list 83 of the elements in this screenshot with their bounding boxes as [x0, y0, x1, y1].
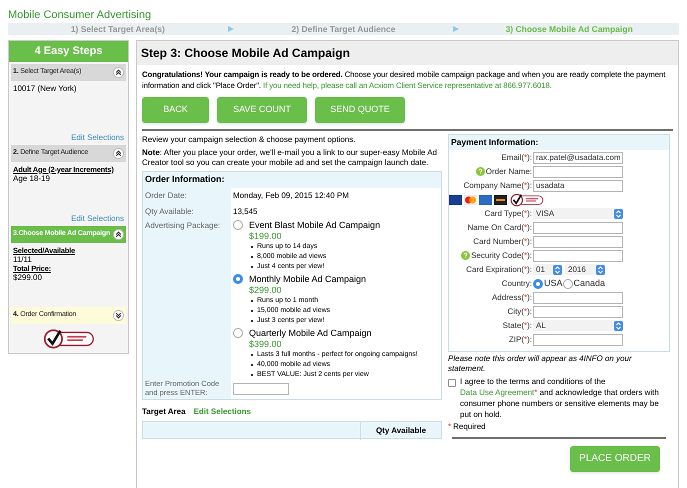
collapse-icon[interactable] [113, 228, 124, 240]
field-label: Name On Card(*): [468, 222, 532, 234]
agreement-checkbox[interactable] [448, 378, 456, 387]
panel-title: Payment Information: [449, 135, 669, 150]
collapse-icon[interactable] [113, 148, 124, 158]
dropdown-arrow-icon [614, 208, 623, 219]
field-label: Card Number(*): [473, 236, 532, 248]
column-header: Qty Available [374, 424, 428, 437]
text-field[interactable] [533, 306, 623, 318]
security-seal-icon [510, 192, 544, 207]
panel-title: 4 Easy Steps [9, 41, 128, 62]
text-field[interactable]: usadata [533, 180, 623, 192]
summary-value: Age 18-19 [13, 174, 51, 182]
field-label: Company Name(*): [464, 180, 532, 192]
arrow-icon [228, 26, 234, 32]
help-icon[interactable] [461, 251, 470, 260]
text-field[interactable] [533, 250, 623, 262]
collapse-icon[interactable] [113, 66, 124, 78]
radio-button[interactable] [233, 220, 243, 230]
progress-step: 1) Select Target Area(s) [8, 22, 228, 36]
row-value: Monday, Feb 09, 2015 12:40 PM [232, 190, 350, 202]
text-field[interactable] [533, 292, 623, 304]
help-icon[interactable] [476, 167, 485, 176]
field-label: Email(*): [501, 152, 532, 164]
step-title: Step 3: Choose Mobile Ad Campaign [137, 41, 678, 65]
dropdown[interactable]: AL [533, 320, 623, 332]
field-label: Security Code(*): [471, 250, 532, 262]
package-name: Quarterly Mobile Ad Campaign [249, 328, 372, 338]
radio-button[interactable] [533, 278, 543, 289]
radio-button[interactable] [233, 328, 243, 338]
section-title: Target Area [142, 406, 186, 418]
package-price: $299.00 [248, 284, 283, 296]
field-label: Address(*): [492, 292, 532, 304]
field-label: Country: [502, 278, 532, 290]
dropdown[interactable]: 01 [533, 264, 562, 276]
radio-button[interactable] [562, 278, 573, 289]
dropdown-arrow-icon [614, 320, 623, 331]
field-label: Order Name: [486, 166, 532, 178]
row-label: Advertising Package: [145, 220, 222, 232]
arrow-icon [453, 26, 460, 32]
review-text: Review your campaign selection & choose payment options. [142, 134, 356, 145]
dropdown-arrow-icon [596, 264, 605, 275]
text-field[interactable] [533, 236, 623, 248]
agreement-text: I agree to the terms and conditions of the Data Use Agreement* and acknowledge that orders with consumer phone numbers or sensitive elements may be put on hold. [460, 376, 660, 420]
text-field[interactable]: rax.patel@usadata.com [533, 152, 623, 164]
progress-step: 2) Define Target Audience [234, 22, 454, 36]
panel-title: Order Information: [143, 172, 441, 188]
text-field[interactable] [533, 166, 623, 178]
radio-label[interactable]: USA [544, 277, 563, 290]
required-mark: * [448, 420, 452, 433]
package-name: Event Blast Mobile Ad Campaign [249, 220, 380, 230]
radio-button[interactable] [233, 274, 243, 284]
card-logos-icon [449, 194, 507, 205]
expand-icon[interactable] [113, 310, 124, 320]
row-label: Qty Available: [143, 204, 231, 220]
summary-value: $299.00 [13, 272, 43, 282]
package-price: $199.00 [248, 230, 283, 242]
summary-value: 11/11 [13, 254, 33, 264]
dropdown[interactable]: VISA [533, 208, 623, 220]
field-label: ZIP(*): [508, 334, 532, 346]
row-label: Order Date: [143, 188, 231, 204]
required-note: Required [453, 420, 486, 433]
text-field[interactable] [533, 222, 623, 234]
row-value: 13,545 [232, 206, 258, 218]
package-name: Monthly Mobile Ad Campaign [249, 274, 366, 284]
field-label: Card Expiration(*): [466, 264, 532, 276]
app-title: Mobile Consumer Advertising [8, 8, 152, 22]
package-price: $399.00 [248, 338, 283, 350]
dropdown-arrow-icon [553, 264, 562, 275]
promo-code-field[interactable] [233, 382, 289, 394]
note-text: Note: After you place your order, we'll e-mail you a link to our super-easy Mobile Ad Creator tool so you can create your mobile ad and set the campaign launch date. [142, 148, 438, 168]
data-use-agreement-link[interactable]: Data Use Agreement [460, 388, 534, 397]
security-seal-icon [42, 328, 94, 350]
statement-note: Please note this order will appear as 4INFO on your statement. [448, 354, 633, 374]
edit-selections-link[interactable]: Edit Selections [194, 406, 251, 418]
summary-value: 10017 (New York) [13, 84, 78, 92]
field-label: City(*): [508, 306, 532, 318]
text-field[interactable] [533, 334, 623, 346]
radio-label[interactable]: Canada [574, 277, 606, 290]
field-label: State(*): [502, 320, 532, 332]
dropdown[interactable]: 2016 [565, 264, 605, 276]
field-label: Card Type(*): [484, 208, 532, 220]
progress-step: 3) Choose Mobile Ad Campaign [459, 22, 680, 36]
